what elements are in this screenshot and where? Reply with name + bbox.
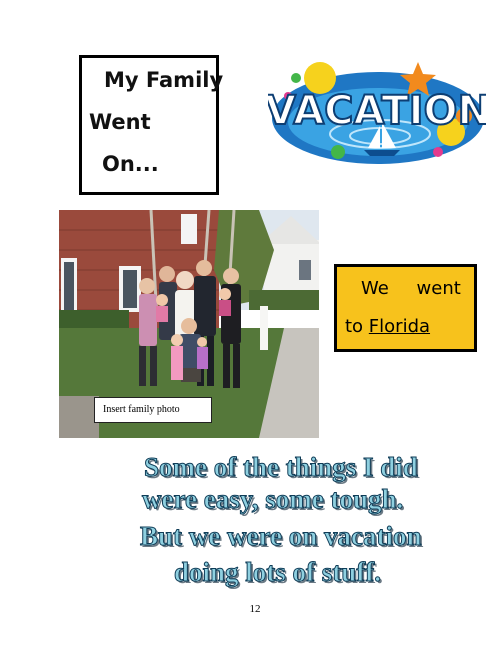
destination-place: Florida bbox=[368, 316, 431, 337]
destination-line: to Florida bbox=[345, 316, 430, 337]
destination-lead: We went bbox=[361, 278, 461, 299]
title-line-3: On... bbox=[102, 152, 159, 176]
title-line-2: Went bbox=[89, 110, 151, 134]
story-line-2: were easy, some tough. bbox=[141, 484, 404, 515]
story-line-4: doing lots of stuff. bbox=[173, 557, 382, 588]
destination-box: We went to Florida bbox=[334, 264, 477, 352]
destination-prefix: to bbox=[345, 316, 369, 337]
vacation-logo: VACATION bbox=[264, 56, 492, 174]
photo-caption: Insert family photo bbox=[94, 397, 212, 423]
vacation-logo-text: VACATION bbox=[268, 88, 486, 134]
page-number: 12 bbox=[249, 603, 261, 615]
title-box: My Family Went On... bbox=[79, 55, 223, 195]
story-line-1: Some of the things I did bbox=[144, 452, 419, 483]
title-line-1: My Family bbox=[104, 68, 224, 92]
story-line-3: But we were on vacation bbox=[139, 521, 422, 552]
